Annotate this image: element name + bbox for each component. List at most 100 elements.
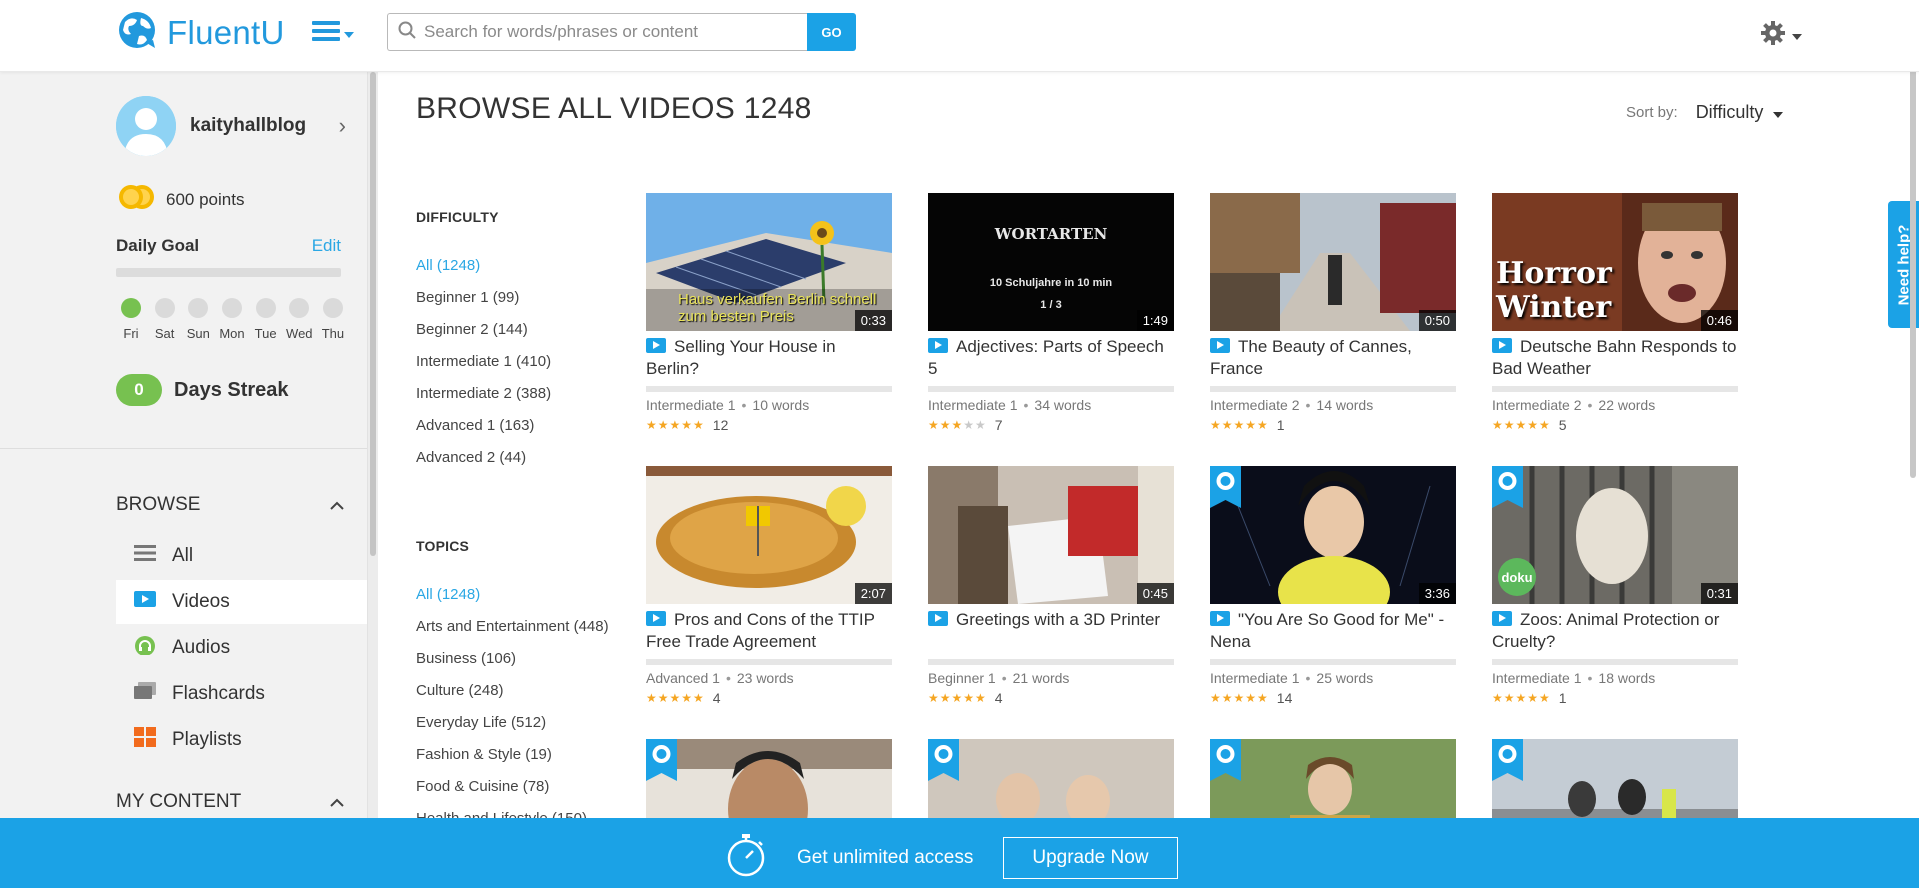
thumb-caption: Horror Winter — [1496, 256, 1612, 325]
video-thumbnail[interactable]: 3:36 — [1210, 466, 1456, 604]
filter-topic-business[interactable]: Business (106) — [416, 650, 516, 667]
daily-goal: Daily Goal Edit — [116, 236, 341, 256]
filter-topic-arts[interactable]: Arts and Entertainment (448) — [416, 618, 609, 635]
video-card[interactable]: 2:07 Pros and Cons of the TTIP Free Trad… — [646, 466, 892, 706]
hamburger-menu-icon — [312, 20, 340, 47]
page-title: BROWSE ALL VIDEOS 1248 — [416, 92, 812, 125]
chevron-down-icon — [1792, 27, 1802, 45]
sort-label: Sort by: — [1626, 104, 1678, 121]
video-thumbnail[interactable]: Horror Winter 0:46 — [1492, 193, 1738, 331]
search-go-button[interactable]: GO — [807, 13, 856, 51]
upgrade-text: Get unlimited access — [797, 846, 974, 868]
video-card[interactable]: 0:50 The Beauty of Cannes, France Interm… — [1210, 193, 1456, 433]
video-card[interactable]: 0:45 Greetings with a 3D Printer Beginne… — [928, 466, 1174, 706]
sidebar-item-flashcards[interactable]: Flashcards — [116, 672, 367, 716]
points: 600 points — [116, 182, 244, 217]
filter-topic-everyday-life[interactable]: Everyday Life (512) — [416, 714, 546, 731]
daily-goal-progress-bar — [116, 268, 341, 277]
filter-topic-food[interactable]: Food & Cuisine (78) — [416, 778, 549, 795]
video-thumbnail[interactable]: Haus verkaufen Berlin schnell zum besten… — [646, 193, 892, 331]
my-content-section-toggle[interactable]: MY CONTENT — [116, 791, 344, 813]
fluentu-badge-icon — [1210, 739, 1241, 781]
page-scrollbar[interactable] — [1907, 0, 1919, 480]
search-box — [387, 13, 807, 51]
coins-icon — [116, 182, 156, 217]
daily-goal-edit-link[interactable]: Edit — [312, 236, 341, 256]
browse-section-toggle[interactable]: BROWSE — [116, 494, 344, 516]
filter-topic-culture[interactable]: Culture (248) — [416, 682, 504, 699]
video-thumbnail[interactable]: 0:50 — [1210, 193, 1456, 331]
top-bar: FluentU GO — [0, 0, 1919, 72]
sidebar-item-playlists[interactable]: Playlists — [116, 718, 367, 762]
video-thumbnail[interactable]: 2:07 — [646, 466, 892, 604]
streak-count-badge: 0 — [116, 374, 162, 406]
video-thumbnail[interactable]: doku 0:31 — [1492, 466, 1738, 604]
flashcards-icon — [134, 682, 156, 706]
filter-difficulty-beginner-2[interactable]: Beginner 2 (144) — [416, 321, 528, 338]
day-tue: Tue — [251, 298, 281, 341]
sidebar-scrollbar-thumb[interactable] — [370, 72, 376, 556]
video-card[interactable]: doku 0:31 Zoos: Animal Protection or Cru… — [1492, 466, 1738, 706]
video-card[interactable]: WORTARTEN 10 Schuljahre in 10 min 1 / 3 … — [928, 193, 1174, 433]
settings-menu-button[interactable] — [1760, 20, 1802, 51]
star-rating: ★★★★★ — [1210, 691, 1269, 705]
chevron-up-icon — [330, 494, 344, 516]
day-fri: Fri — [116, 298, 146, 341]
filter-difficulty-intermediate-2[interactable]: Intermediate 2 (388) — [416, 385, 551, 402]
filter-difficulty-advanced-1[interactable]: Advanced 1 (163) — [416, 417, 534, 434]
filter-difficulty-all[interactable]: All (1248) — [416, 257, 480, 274]
thumb-caption: WORTARTEN — [994, 225, 1108, 243]
main-menu-button[interactable] — [312, 20, 354, 47]
sidebar-item-label: All — [172, 545, 194, 566]
video-title[interactable]: Greetings with a 3D Printer — [928, 609, 1174, 653]
difficulty-heading: DIFFICULTY — [416, 209, 499, 225]
sidebar-item-videos[interactable]: Videos — [116, 580, 367, 624]
sort-dropdown[interactable]: Difficulty — [1696, 102, 1784, 123]
sidebar-item-label: Audios — [172, 637, 231, 658]
video-title[interactable]: Deutsche Bahn Responds to Bad Weather — [1492, 336, 1738, 380]
gear-icon — [1760, 20, 1786, 51]
upgrade-now-button[interactable]: Upgrade Now — [1003, 836, 1178, 879]
chevron-up-icon — [330, 791, 344, 813]
video-thumbnail[interactable]: 0:45 — [928, 466, 1174, 604]
video-rating: ★★★★★ 4 — [928, 690, 1003, 706]
video-card[interactable]: 3:36 "You Are So Good for Me" - Nena Int… — [1210, 466, 1456, 706]
grid-icon — [134, 727, 156, 753]
video-meta: Intermediate 1 • 10 words — [646, 397, 810, 413]
video-thumbnail[interactable]: WORTARTEN 10 Schuljahre in 10 min 1 / 3 … — [928, 193, 1174, 331]
sidebar-scrollbar[interactable] — [368, 72, 378, 888]
video-title[interactable]: "You Are So Good for Me" - Nena — [1210, 609, 1456, 653]
star-rating: ★★★★★ — [1492, 418, 1551, 432]
video-title[interactable]: Pros and Cons of the TTIP Free Trade Agr… — [646, 609, 892, 653]
video-duration: 3:36 — [1418, 583, 1456, 604]
video-meta: Intermediate 1 • 25 words — [1210, 670, 1374, 686]
video-card[interactable]: Haus verkaufen Berlin schnell zum besten… — [646, 193, 892, 433]
video-title[interactable]: Adjectives: Parts of Speech 5 — [928, 336, 1174, 380]
logo[interactable]: FluentU — [115, 10, 285, 55]
filter-difficulty-beginner-1[interactable]: Beginner 1 (99) — [416, 289, 519, 306]
fluentu-badge-icon — [1210, 466, 1241, 508]
avatar — [116, 96, 176, 156]
filter-difficulty-advanced-2[interactable]: Advanced 2 (44) — [416, 449, 526, 466]
star-rating: ★★★★★ — [1492, 691, 1551, 705]
profile-link[interactable]: kaityhallblog › — [116, 96, 346, 156]
sidebar-item-all[interactable]: All — [116, 534, 367, 578]
sort-value: Difficulty — [1695, 102, 1764, 122]
main-content: BROWSE ALL VIDEOS 1248 Sort by: Difficul… — [378, 72, 1828, 888]
points-text: 600 points — [166, 189, 245, 209]
video-title[interactable]: Zoos: Animal Protection or Cruelty? — [1492, 609, 1738, 653]
video-card[interactable]: Horror Winter 0:46 Deutsche Bahn Respond… — [1492, 193, 1738, 433]
video-title[interactable]: Selling Your House in Berlin? — [646, 336, 892, 380]
sidebar-item-label: Flashcards — [172, 683, 265, 704]
video-icon — [1492, 338, 1512, 353]
filter-topic-all[interactable]: All (1248) — [416, 586, 480, 603]
sidebar-item-audios[interactable]: Audios — [116, 626, 367, 670]
video-meta: Beginner 1 • 21 words — [928, 670, 1070, 686]
filter-difficulty-intermediate-1[interactable]: Intermediate 1 (410) — [416, 353, 551, 370]
filter-topic-fashion[interactable]: Fashion & Style (19) — [416, 746, 552, 763]
streak-label: Days Streak — [174, 378, 289, 401]
search-input[interactable] — [424, 22, 807, 42]
fluentu-badge-icon — [1492, 739, 1523, 781]
video-title[interactable]: The Beauty of Cannes, France — [1210, 336, 1456, 380]
browse-heading: BROWSE — [116, 494, 201, 515]
